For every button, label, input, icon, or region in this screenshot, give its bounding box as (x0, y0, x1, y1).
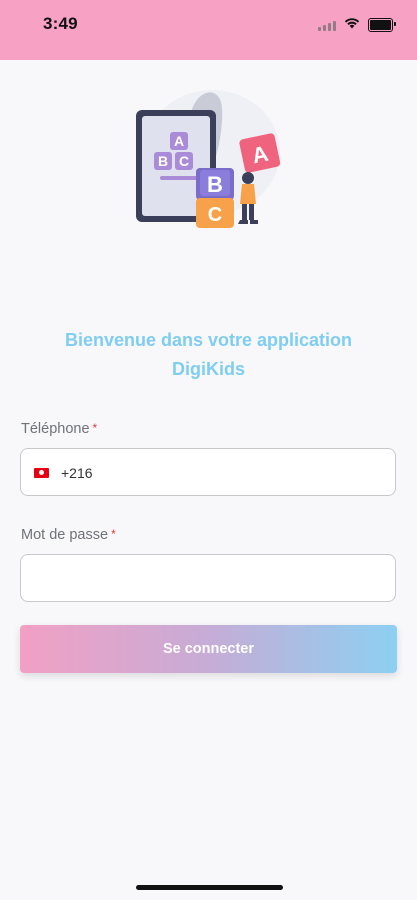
country-code-selector[interactable]: +216 (34, 449, 93, 497)
status-time: 3:49 (43, 14, 78, 33)
welcome-line-1: Bienvenue dans votre application (64, 330, 353, 350)
block-letter-c-large: C (208, 204, 222, 226)
login-screen: 3:49 A B C B C A Bienvenue dans votre ap… (0, 0, 417, 900)
password-label-text: Mot de passe (21, 527, 109, 543)
block-letter-c-small: C (179, 153, 189, 169)
block-letter-a-small: A (174, 133, 184, 149)
status-icons (318, 16, 396, 34)
phone-required-mark: * (92, 421, 98, 435)
welcome-line-2: DigiKids (171, 359, 245, 379)
welcome-title: Bienvenue dans votre application DigiKid… (0, 326, 417, 384)
dial-code: +216 (61, 465, 93, 481)
status-bar: 3:49 (0, 0, 417, 60)
home-indicator (136, 885, 283, 890)
login-button[interactable]: Se connecter (20, 625, 397, 673)
phone-label-text: Téléphone (21, 421, 90, 437)
cellular-signal-icon (318, 20, 336, 31)
abc-blocks-illustration: A B C B C A (130, 80, 290, 235)
wifi-icon (344, 16, 360, 34)
phone-label: Téléphone * (21, 421, 97, 437)
password-required-mark: * (111, 527, 116, 541)
phone-input[interactable]: +216 (20, 448, 396, 496)
block-letter-b-large: B (207, 172, 223, 197)
tunisia-flag-icon (34, 468, 49, 478)
password-input[interactable] (20, 554, 396, 602)
password-label: Mot de passe * (21, 527, 116, 543)
battery-icon (368, 18, 396, 32)
block-letter-b-small: B (158, 153, 168, 169)
